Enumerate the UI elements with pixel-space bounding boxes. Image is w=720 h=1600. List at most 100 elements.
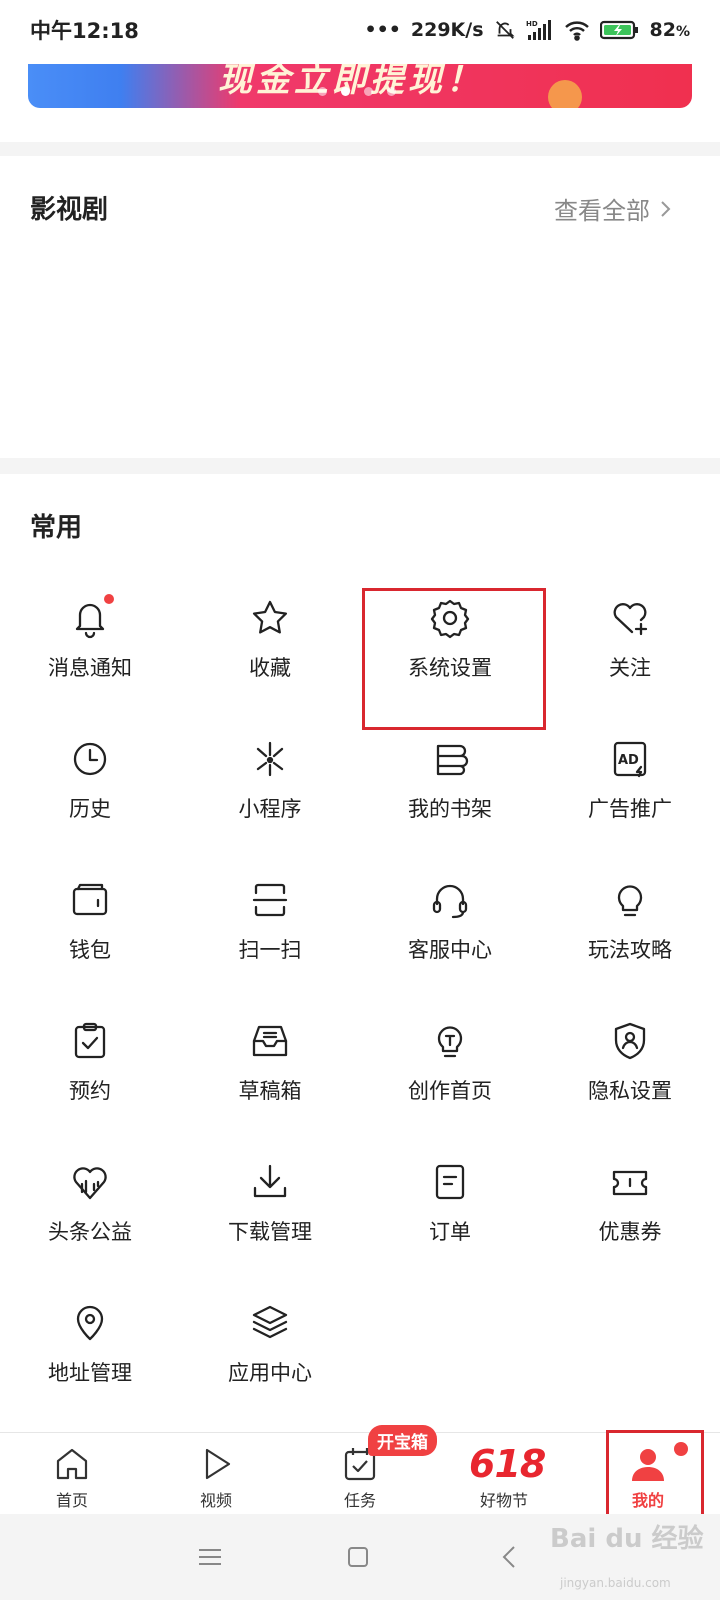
menu-item-clipboard-check[interactable]: 预约 [0,1001,180,1141]
menu-item-create-bulb[interactable]: 创作首页 [360,1001,540,1141]
promo-banner[interactable]: 现金立即提现！ [28,64,692,108]
menu-item-label: 历史 [69,797,111,821]
menu-item-ad[interactable]: AD 广告推广 [540,719,720,859]
tab-label-shopping: 好物节 [479,1491,528,1510]
home-icon [51,1443,93,1485]
status-time: 中午12:18 [30,19,139,43]
see-all-link[interactable]: 查看全部 [554,191,672,226]
banner-dot [364,87,373,96]
618-icon: 618 [469,1443,546,1485]
menu-item-draft-box[interactable]: 草稿箱 [180,1001,360,1141]
network-speed: 229K/s [410,19,484,41]
star-icon [248,596,292,640]
menu-item-label: 头条公益 [48,1220,132,1244]
menu-item-label: 我的书架 [408,797,492,821]
banner-dot [318,87,327,96]
tab-label-home: 首页 [55,1491,88,1510]
menu-item-download[interactable]: 下载管理 [180,1142,360,1282]
ad-icon: AD [608,737,652,781]
status-icons: ••• 229K/s HD 82% [364,19,690,41]
menu-item-label: 创作首页 [408,1079,492,1103]
tab-label-video: 视频 [199,1491,232,1510]
menu-item-lightbulb[interactable]: 玩法攻略 [540,860,720,1000]
banner-dot [387,87,396,96]
menu-item-location-pin[interactable]: 地址管理 [0,1283,180,1423]
clock-icon [68,737,112,781]
menu-item-mini-program[interactable]: 小程序 [180,719,360,859]
scan-icon [248,878,292,922]
mini-program-icon [248,737,292,781]
battery-icon [599,19,640,41]
menu-item-charity-heart[interactable]: 头条公益 [0,1142,180,1282]
menu-item-star[interactable]: 收藏 [180,578,360,718]
menu-icon[interactable] [195,1542,225,1572]
notification-dot [104,594,114,604]
banner-pagination [318,87,396,96]
menu-item-coupon[interactable]: 优惠券 [540,1142,720,1282]
heart-plus-icon [608,596,652,640]
wifi-icon [564,19,590,41]
menu-item-label: 收藏 [249,656,291,680]
menu-item-label: 地址管理 [48,1361,132,1385]
menu-item-layers[interactable]: 应用中心 [180,1283,360,1423]
menu-item-label: 订单 [429,1220,471,1244]
618-logo: 618 [469,1442,546,1486]
lightbulb-icon [608,878,652,922]
coupon-icon [608,1160,652,1204]
menu-item-label: 隐私设置 [588,1079,672,1103]
see-all-label: 查看全部 [554,197,650,225]
tab-home[interactable]: 首页 [0,1433,144,1515]
me-highlight-box [606,1430,704,1518]
create-bulb-icon [428,1019,472,1063]
menu-item-label: 广告推广 [588,797,672,821]
svg-text:HD: HD [526,20,538,28]
draft-box-icon [248,1019,292,1063]
banner-area: 现金立即提现！ [0,60,720,142]
menu-item-wallet[interactable]: 钱包 [0,860,180,1000]
menu-item-clock[interactable]: 历史 [0,719,180,859]
tab-label-task: 任务 [343,1491,376,1510]
battery-level: 82% [649,19,690,41]
menu-item-heart-plus[interactable]: 关注 [540,578,720,718]
banner-dot-active [341,87,350,96]
bookshelf-icon [428,737,472,781]
watermark-url: jingyan.baidu.com [560,1576,671,1590]
menu-item-label: 下载管理 [228,1220,312,1244]
common-section: 常用 消息通知 收藏 系统设置 关注 历史 小程序 我的书架 AD 广告推广 钱包 扫一扫 客服中心玩… [0,474,720,1432]
signal-icon: HD [526,19,554,41]
order-icon [428,1160,472,1204]
back-icon[interactable] [495,1542,525,1572]
menu-item-label: 钱包 [69,938,111,962]
watermark: Bai du 经验 [550,1524,704,1554]
wallet-icon [68,878,112,922]
menu-item-label: 玩法攻略 [588,938,672,962]
play-icon [195,1443,237,1485]
tab-shopping[interactable]: 618 好物节 [432,1433,576,1515]
shield-user-icon [608,1019,652,1063]
more-dots-icon: ••• [364,19,401,41]
status-bar: 中午12:18 ••• 229K/s HD 82% [0,0,720,60]
video-section: 影视剧 查看全部 [0,156,720,458]
menu-item-label: 扫一扫 [238,938,302,962]
section-title-common: 常用 [30,513,83,543]
menu-item-shield-user[interactable]: 隐私设置 [540,1001,720,1141]
menu-item-label: 客服中心 [408,938,492,962]
menu-item-order[interactable]: 订单 [360,1142,540,1282]
menu-item-bookshelf[interactable]: 我的书架 [360,719,540,859]
menu-item-label: 预约 [69,1079,111,1103]
tab-video[interactable]: 视频 [144,1433,288,1515]
charity-heart-icon [68,1160,112,1204]
chevron-right-icon [661,200,671,217]
bell-icon [68,594,114,640]
location-pin-icon [68,1301,112,1345]
coin-icon [548,80,582,108]
menu-item-label: 优惠券 [598,1220,662,1244]
menu-item-headset[interactable]: 客服中心 [360,860,540,1000]
menu-item-bell[interactable]: 消息通知 [0,578,180,718]
headset-icon [428,878,472,922]
menu-item-label: 关注 [609,656,651,680]
home-square-icon[interactable] [343,1542,373,1572]
task-badge: 开宝箱 [368,1425,437,1456]
menu-item-scan[interactable]: 扫一扫 [180,860,360,1000]
menu-item-label: 小程序 [238,797,302,821]
